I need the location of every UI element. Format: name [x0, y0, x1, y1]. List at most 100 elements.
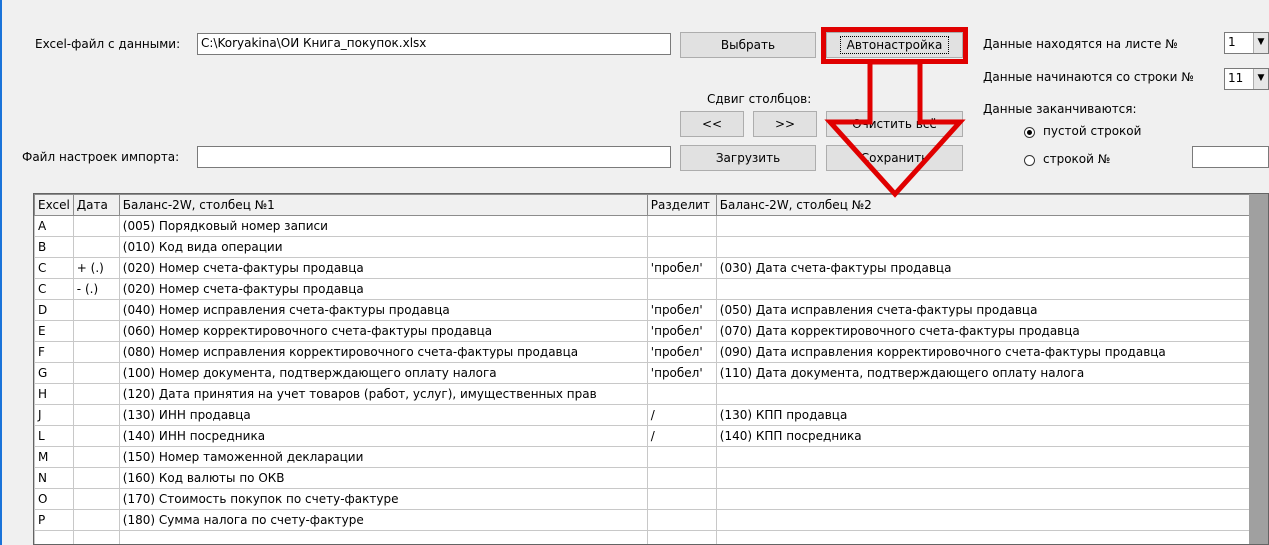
cell-date[interactable] [72, 362, 120, 384]
cell-separator[interactable]: 'пробел' [646, 299, 717, 321]
cell-separator[interactable] [646, 236, 717, 258]
cell-excel[interactable]: A [34, 215, 74, 237]
cell-separator[interactable]: 'пробел' [646, 257, 717, 279]
table-row[interactable] [34, 530, 1257, 544]
cell-col2[interactable]: (070) Дата корректировочного счета-факту… [715, 320, 1257, 342]
mapping-grid[interactable]: Excel Дата Баланс-2W, столбец №1 Раздели… [33, 193, 1269, 545]
excel-file-input[interactable]: C:\Koryakina\ОИ Книга_покупок.xlsx [197, 33, 671, 55]
cell-date[interactable] [72, 446, 120, 468]
cell-date[interactable]: - (.) [72, 278, 120, 300]
cell-col2[interactable] [715, 488, 1257, 510]
cell-date[interactable] [72, 425, 120, 447]
settings-file-input[interactable] [197, 146, 671, 168]
cell-separator[interactable] [646, 488, 717, 510]
start-row-combo[interactable]: 11 ▼ [1224, 68, 1269, 90]
cell-col1[interactable]: (060) Номер корректировочного счета-факт… [118, 320, 648, 342]
table-row[interactable]: O (170) Стоимость покупок по счету-фактур… [34, 488, 1257, 510]
cell-date[interactable] [72, 404, 120, 426]
table-row[interactable]: L (140) ИНН посредника / (140) КПП посредни… [34, 425, 1257, 447]
cell-col2[interactable]: (090) Дата исправления корректировочного… [715, 341, 1257, 363]
table-row[interactable]: A (005) Порядковый номер записи [34, 215, 1257, 237]
cell-excel[interactable]: L [34, 425, 74, 447]
table-row[interactable]: B (010) Код вида операции [34, 236, 1257, 258]
cell-excel[interactable]: J [34, 404, 74, 426]
cell-separator[interactable]: 'пробел' [646, 341, 717, 363]
cell-separator[interactable] [646, 383, 717, 405]
radio-empty-row[interactable] [1024, 127, 1035, 138]
chevron-down-icon[interactable]: ▼ [1253, 69, 1268, 89]
cell-col2[interactable]: (110) Дата документа, подтверждающего оп… [715, 362, 1257, 384]
cell-separator[interactable] [646, 215, 717, 237]
cell-separator[interactable]: / [646, 404, 717, 426]
table-row[interactable]: P (180) Сумма налога по счету-фактуре [34, 509, 1257, 531]
cell-date[interactable] [72, 299, 120, 321]
cell-separator[interactable]: 'пробел' [646, 362, 717, 384]
cell-excel[interactable]: E [34, 320, 74, 342]
cell-date[interactable] [72, 236, 120, 258]
cell-col2[interactable]: (140) КПП посредника [715, 425, 1257, 447]
cell-col2[interactable]: (050) Дата исправления счета-фактуры про… [715, 299, 1257, 321]
cell-separator[interactable] [646, 509, 717, 531]
cell-col2[interactable] [715, 236, 1257, 258]
cell-date[interactable] [72, 530, 120, 544]
load-button[interactable]: Загрузить [680, 145, 816, 171]
grid-scrollbar[interactable] [1249, 194, 1268, 544]
column-header-col1[interactable]: Баланс-2W, столбец №1 [118, 194, 648, 216]
cell-col2[interactable] [715, 446, 1257, 468]
cell-col1[interactable]: (100) Номер документа, подтверждающего о… [118, 362, 648, 384]
cell-separator[interactable]: 'пробел' [646, 320, 717, 342]
table-row[interactable]: C + (.) (020) Номер счета-фактуры продавца… [34, 257, 1257, 279]
cell-date[interactable]: + (.) [72, 257, 120, 279]
cell-date[interactable] [72, 383, 120, 405]
cell-separator[interactable] [646, 530, 717, 544]
cell-col1[interactable]: (120) Дата принятия на учет товаров (раб… [118, 383, 648, 405]
cell-col1[interactable]: (010) Код вида операции [118, 236, 648, 258]
cell-excel[interactable]: C [34, 257, 74, 279]
cell-date[interactable] [72, 467, 120, 489]
cell-separator[interactable] [646, 467, 717, 489]
cell-col1[interactable] [118, 530, 648, 544]
table-row[interactable]: H (120) Дата принятия на учет товаров (ра… [34, 383, 1257, 405]
cell-col2[interactable] [715, 530, 1257, 544]
cell-separator[interactable]: / [646, 425, 717, 447]
choose-button[interactable]: Выбрать [680, 32, 816, 58]
cell-excel[interactable]: N [34, 467, 74, 489]
cell-excel[interactable]: O [34, 488, 74, 510]
table-row[interactable]: N (160) Код валюты по ОКВ [34, 467, 1257, 489]
cell-col1[interactable]: (140) ИНН посредника [118, 425, 648, 447]
cell-excel[interactable]: F [34, 341, 74, 363]
cell-excel[interactable]: M [34, 446, 74, 468]
cell-col2[interactable] [715, 278, 1257, 300]
table-row[interactable]: M (150) Номер таможенной декларации [34, 446, 1257, 468]
cell-col1[interactable]: (020) Номер счета-фактуры продавца [118, 257, 648, 279]
column-header-col2[interactable]: Баланс-2W, столбец №2 [715, 194, 1257, 216]
table-row[interactable]: G (100) Номер документа, подтверждающего … [34, 362, 1257, 384]
table-row[interactable]: J (130) ИНН продавца / (130) КПП продавца [34, 404, 1257, 426]
column-header-date[interactable]: Дата [72, 194, 120, 216]
chevron-down-icon[interactable]: ▼ [1253, 33, 1268, 53]
cell-separator[interactable] [646, 446, 717, 468]
shift-right-button[interactable]: >> [753, 111, 817, 137]
shift-left-button[interactable]: << [680, 111, 744, 137]
cell-col1[interactable]: (180) Сумма налога по счету-фактуре [118, 509, 648, 531]
cell-date[interactable] [72, 509, 120, 531]
end-row-number-input[interactable] [1192, 146, 1269, 168]
cell-col1[interactable]: (020) Номер счета-фактуры продавца [118, 278, 648, 300]
table-row[interactable]: D (040) Номер исправления счета-фактуры п… [34, 299, 1257, 321]
cell-col1[interactable]: (005) Порядковый номер записи [118, 215, 648, 237]
cell-col1[interactable]: (160) Код валюты по ОКВ [118, 467, 648, 489]
cell-date[interactable] [72, 320, 120, 342]
cell-col1[interactable]: (040) Номер исправления счета-фактуры пр… [118, 299, 648, 321]
cell-col2[interactable]: (030) Дата счета-фактуры продавца [715, 257, 1257, 279]
cell-date[interactable] [72, 488, 120, 510]
table-row[interactable]: F (080) Номер исправления корректировочно… [34, 341, 1257, 363]
sheet-number-combo[interactable]: 1 ▼ [1224, 32, 1269, 54]
cell-date[interactable] [72, 341, 120, 363]
cell-excel[interactable]: C [34, 278, 74, 300]
cell-col1[interactable]: (150) Номер таможенной декларации [118, 446, 648, 468]
cell-excel[interactable] [34, 530, 74, 544]
cell-col2[interactable] [715, 509, 1257, 531]
cell-excel[interactable]: D [34, 299, 74, 321]
cell-col2[interactable]: (130) КПП продавца [715, 404, 1257, 426]
cell-col1[interactable]: (130) ИНН продавца [118, 404, 648, 426]
